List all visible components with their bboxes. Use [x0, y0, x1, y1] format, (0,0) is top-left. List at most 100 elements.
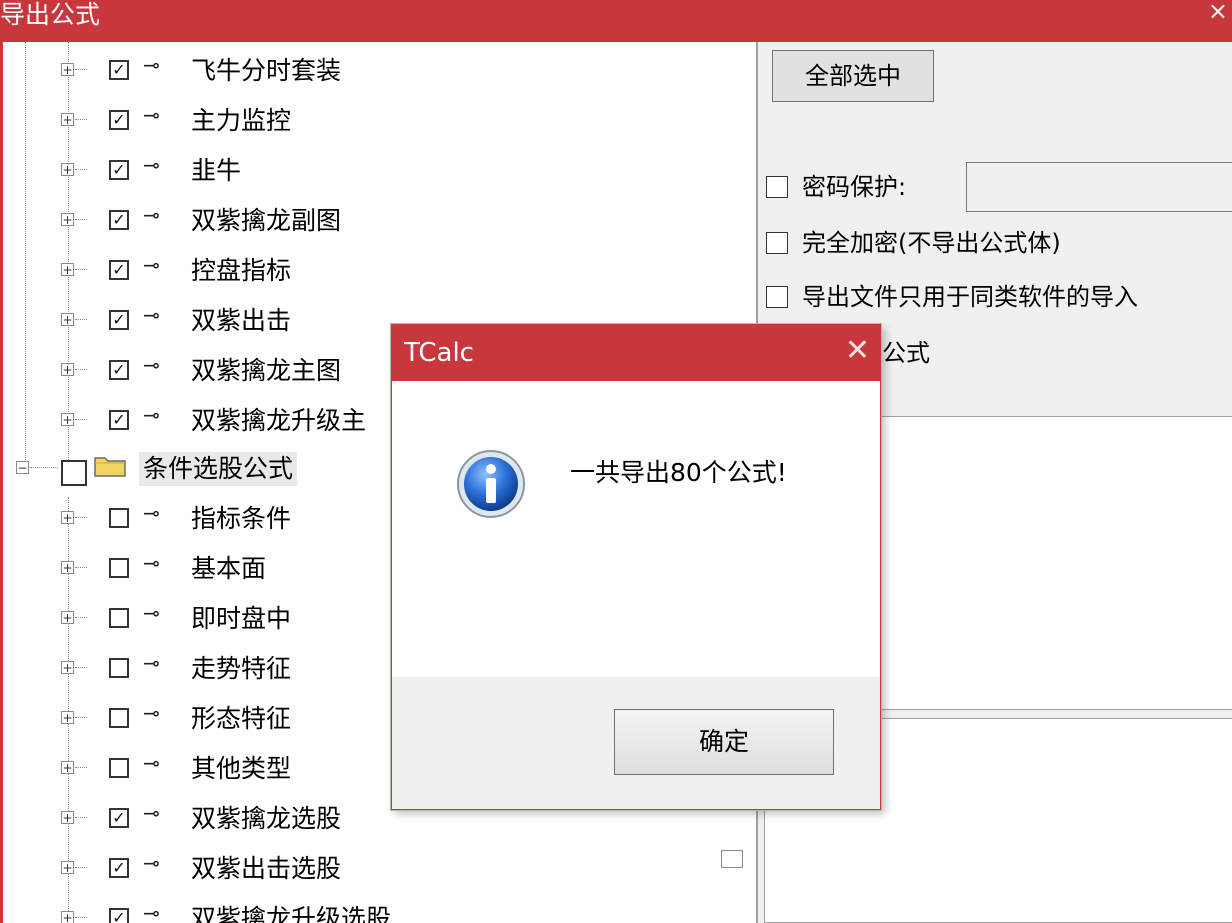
- message-dialog: TCalc ✕ 一共导出80个公式! 确定: [391, 324, 881, 810]
- item-checkbox[interactable]: [109, 758, 129, 778]
- item-checkbox[interactable]: ✓: [109, 858, 129, 878]
- expand-icon[interactable]: +: [61, 861, 74, 874]
- dialog-body: [392, 381, 880, 677]
- key-icon: ⊸: [143, 501, 160, 525]
- collapse-icon[interactable]: −: [16, 461, 29, 474]
- tree-connector: [75, 169, 87, 170]
- tree-connector: [75, 419, 87, 420]
- tree-item-label: 其他类型: [191, 754, 292, 783]
- tree-item-label: 即时盘中: [191, 604, 292, 633]
- window-titlebar: 导出公式 ×: [0, 0, 1232, 42]
- tree-item[interactable]: + ✓ ⊸ 双紫擒龙升级选股: [3, 896, 743, 923]
- item-checkbox[interactable]: [109, 658, 129, 678]
- tree-item[interactable]: + ✓ ⊸ 飞牛分时套装: [3, 48, 743, 96]
- tree-scroll-stub[interactable]: [721, 850, 743, 868]
- tree-item-label: 双紫擒龙主图: [191, 356, 342, 385]
- tree-item-label: 双紫擒龙选股: [191, 804, 342, 833]
- expand-icon[interactable]: +: [61, 561, 74, 574]
- key-icon: ⊸: [143, 601, 160, 625]
- password-checkbox[interactable]: [766, 176, 788, 198]
- expand-icon[interactable]: +: [61, 413, 74, 426]
- password-input[interactable]: [966, 162, 1232, 212]
- item-checkbox[interactable]: ✓: [109, 908, 129, 923]
- tree-connector: [75, 767, 87, 768]
- expand-icon[interactable]: +: [61, 761, 74, 774]
- item-checkbox[interactable]: [109, 608, 129, 628]
- tree-connector: [75, 69, 87, 70]
- key-icon: ⊸: [143, 901, 160, 923]
- item-checkbox[interactable]: [109, 508, 129, 528]
- item-checkbox[interactable]: ✓: [109, 160, 129, 180]
- item-checkbox[interactable]: [109, 558, 129, 578]
- same-software-label: 导出文件只用于同类软件的导入: [802, 283, 1138, 311]
- tree-item-label: 基本面: [191, 554, 267, 583]
- tree-item-label: 飞牛分时套装: [191, 56, 342, 85]
- item-checkbox[interactable]: ✓: [109, 808, 129, 828]
- tree-item-label: 双紫擒龙副图: [191, 206, 342, 235]
- expand-icon[interactable]: +: [61, 511, 74, 524]
- expand-icon[interactable]: +: [61, 363, 74, 376]
- expand-icon[interactable]: +: [61, 661, 74, 674]
- tree-item[interactable]: + ✓ ⊸ 双紫擒龙副图: [3, 198, 743, 246]
- item-checkbox[interactable]: ✓: [109, 260, 129, 280]
- item-checkbox[interactable]: ✓: [109, 360, 129, 380]
- key-icon: ⊸: [143, 701, 160, 725]
- tree-item[interactable]: + ✓ ⊸ 控盘指标: [3, 248, 743, 296]
- tree-connector: [75, 917, 87, 918]
- tree-connector: [75, 567, 87, 568]
- key-icon: ⊸: [143, 403, 160, 427]
- tree-connector: [75, 867, 87, 868]
- tree-item-label: 双紫擒龙升级选股: [191, 904, 392, 923]
- tree-item[interactable]: + ✓ ⊸ 双紫出击选股: [3, 846, 743, 894]
- key-icon: ⊸: [143, 551, 160, 575]
- tree-connector: [75, 817, 87, 818]
- key-icon: ⊸: [143, 303, 160, 327]
- window-title: 导出公式: [0, 0, 101, 29]
- folder-icon: [94, 457, 126, 477]
- key-icon: ⊸: [143, 651, 160, 675]
- password-label: 密码保护:: [802, 173, 907, 201]
- tree-connector: [75, 667, 87, 668]
- same-software-checkbox[interactable]: [766, 286, 788, 308]
- key-icon: ⊸: [143, 801, 160, 825]
- expand-icon[interactable]: +: [61, 611, 74, 624]
- tree-item-label: 韭牛: [191, 156, 242, 185]
- key-icon: ⊸: [143, 253, 160, 277]
- tree-folder-label: 条件选股公式: [139, 452, 298, 486]
- tree-connector: [75, 369, 87, 370]
- select-all-button[interactable]: 全部选中: [772, 50, 934, 102]
- tree-item-label: 控盘指标: [191, 256, 292, 285]
- item-checkbox[interactable]: ✓: [109, 210, 129, 230]
- dialog-close-button[interactable]: ✕: [845, 331, 870, 371]
- full-encrypt-checkbox[interactable]: [766, 232, 788, 254]
- info-icon: [457, 450, 525, 518]
- ok-button[interactable]: 确定: [614, 709, 834, 775]
- tree-item[interactable]: + ✓ ⊸ 主力监控: [3, 98, 743, 146]
- tree-item[interactable]: + ✓ ⊸ 韭牛: [3, 148, 743, 196]
- expand-icon[interactable]: +: [61, 313, 74, 326]
- tree-connector: [75, 717, 87, 718]
- item-checkbox[interactable]: [109, 708, 129, 728]
- key-icon: ⊸: [143, 53, 160, 77]
- item-checkbox[interactable]: ✓: [109, 310, 129, 330]
- expand-icon[interactable]: +: [61, 63, 74, 76]
- tree-connector: [30, 467, 58, 468]
- expand-icon[interactable]: +: [61, 711, 74, 724]
- tree-item-label: 双紫出击选股: [191, 854, 342, 883]
- key-icon: ⊸: [143, 103, 160, 127]
- window-close-button[interactable]: ×: [1208, 0, 1228, 26]
- item-checkbox[interactable]: ✓: [109, 110, 129, 130]
- expand-icon[interactable]: +: [61, 213, 74, 226]
- key-icon: ⊸: [143, 353, 160, 377]
- expand-icon[interactable]: +: [61, 263, 74, 276]
- folder-checkbox[interactable]: [61, 460, 87, 486]
- item-checkbox[interactable]: ✓: [109, 60, 129, 80]
- key-icon: ⊸: [143, 153, 160, 177]
- tree-item-label: 主力监控: [191, 106, 292, 135]
- item-checkbox[interactable]: ✓: [109, 410, 129, 430]
- expand-icon[interactable]: +: [61, 113, 74, 126]
- expand-icon[interactable]: +: [61, 163, 74, 176]
- expand-icon[interactable]: +: [61, 811, 74, 824]
- expand-icon[interactable]: +: [61, 911, 74, 923]
- tree-item-label: 双紫出击: [191, 306, 292, 335]
